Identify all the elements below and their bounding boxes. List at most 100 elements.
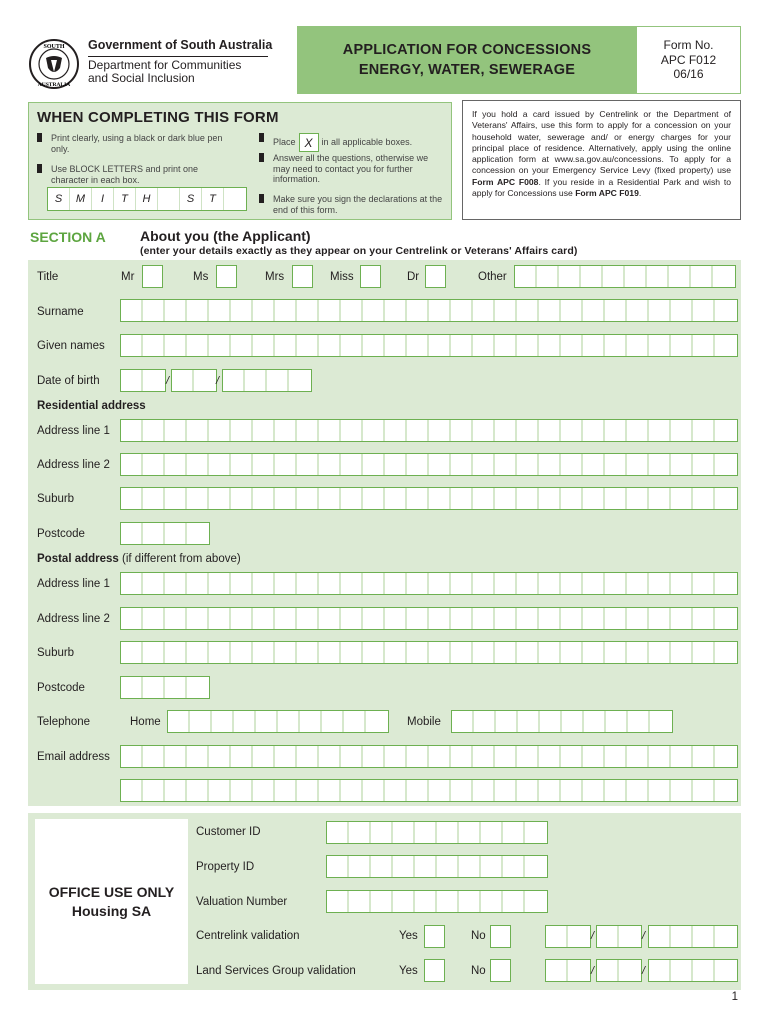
character-cell[interactable] — [415, 822, 437, 843]
character-cell[interactable] — [473, 420, 495, 441]
character-cell[interactable] — [245, 370, 267, 391]
character-cell[interactable] — [583, 454, 605, 475]
character-cell[interactable] — [517, 746, 539, 767]
character-cell[interactable] — [143, 780, 165, 801]
character-cell[interactable] — [627, 488, 649, 509]
character-cell[interactable] — [473, 454, 495, 475]
centrelink-no-checkbox[interactable] — [490, 925, 511, 948]
email-input-line-2[interactable] — [120, 779, 738, 802]
character-cell[interactable] — [143, 420, 165, 441]
character-cell[interactable] — [437, 856, 459, 877]
character-cell[interactable] — [319, 642, 341, 663]
character-cell[interactable] — [546, 926, 568, 947]
character-cell[interactable] — [647, 266, 669, 287]
character-cell[interactable] — [481, 856, 503, 877]
centrelink-yes-checkbox[interactable] — [424, 925, 445, 948]
character-cell[interactable] — [190, 711, 212, 732]
character-cell[interactable] — [559, 266, 581, 287]
character-cell[interactable] — [539, 454, 561, 475]
character-cell[interactable] — [627, 780, 649, 801]
character-cell[interactable] — [319, 488, 341, 509]
character-cell[interactable] — [437, 891, 459, 912]
character-cell[interactable] — [297, 420, 319, 441]
character-cell[interactable] — [671, 300, 693, 321]
character-cell[interactable] — [407, 780, 429, 801]
character-cell[interactable] — [649, 960, 671, 981]
character-cell[interactable] — [715, 642, 737, 663]
character-cell[interactable] — [561, 454, 583, 475]
character-cell[interactable] — [693, 642, 715, 663]
character-cell[interactable] — [561, 573, 583, 594]
character-cell[interactable] — [561, 300, 583, 321]
character-cell[interactable] — [693, 780, 715, 801]
character-cell[interactable] — [525, 891, 547, 912]
character-cell[interactable] — [715, 780, 737, 801]
character-cell[interactable] — [187, 300, 209, 321]
res-address-line-1-input[interactable] — [120, 419, 738, 442]
valuation-number-input[interactable] — [326, 890, 548, 913]
character-cell[interactable] — [275, 642, 297, 663]
character-cell[interactable] — [627, 335, 649, 356]
character-cell[interactable] — [275, 573, 297, 594]
character-cell[interactable] — [583, 335, 605, 356]
character-cell[interactable] — [121, 677, 143, 698]
character-cell[interactable] — [451, 573, 473, 594]
character-cell[interactable] — [297, 608, 319, 629]
character-cell[interactable] — [341, 488, 363, 509]
character-cell[interactable] — [495, 335, 517, 356]
character-cell[interactable] — [341, 780, 363, 801]
character-cell[interactable] — [451, 420, 473, 441]
character-cell[interactable] — [187, 642, 209, 663]
character-cell[interactable] — [495, 488, 517, 509]
character-cell[interactable] — [525, 856, 547, 877]
character-cell[interactable] — [143, 335, 165, 356]
character-cell[interactable] — [385, 335, 407, 356]
character-cell[interactable] — [363, 454, 385, 475]
character-cell[interactable] — [143, 454, 165, 475]
character-cell[interactable] — [297, 300, 319, 321]
character-cell[interactable] — [583, 420, 605, 441]
character-cell[interactable] — [275, 454, 297, 475]
character-cell[interactable] — [415, 891, 437, 912]
property-id-input[interactable] — [326, 855, 548, 878]
postal-postcode-input[interactable] — [120, 676, 210, 699]
character-cell[interactable] — [187, 608, 209, 629]
character-cell[interactable] — [583, 573, 605, 594]
character-cell[interactable] — [275, 780, 297, 801]
character-cell[interactable] — [671, 454, 693, 475]
character-cell[interactable] — [385, 488, 407, 509]
character-cell[interactable] — [583, 746, 605, 767]
character-cell[interactable] — [297, 488, 319, 509]
character-cell[interactable] — [539, 420, 561, 441]
character-cell[interactable] — [539, 780, 561, 801]
character-cell[interactable] — [496, 711, 518, 732]
character-cell[interactable] — [625, 266, 647, 287]
character-cell[interactable] — [473, 300, 495, 321]
character-cell[interactable] — [121, 454, 143, 475]
character-cell[interactable] — [715, 420, 737, 441]
character-cell[interactable] — [121, 488, 143, 509]
character-cell[interactable] — [715, 573, 737, 594]
character-cell[interactable] — [693, 420, 715, 441]
character-cell[interactable] — [603, 266, 625, 287]
character-cell[interactable] — [371, 822, 393, 843]
character-cell[interactable] — [231, 300, 253, 321]
land-services-yes-checkbox[interactable] — [424, 959, 445, 982]
character-cell[interactable] — [407, 746, 429, 767]
character-cell[interactable] — [429, 746, 451, 767]
character-cell[interactable] — [187, 335, 209, 356]
character-cell[interactable] — [407, 300, 429, 321]
character-cell[interactable] — [172, 370, 194, 391]
character-cell[interactable] — [231, 573, 253, 594]
character-cell[interactable] — [407, 573, 429, 594]
character-cell[interactable] — [671, 488, 693, 509]
character-cell[interactable] — [121, 642, 143, 663]
character-cell[interactable] — [143, 608, 165, 629]
character-cell[interactable] — [407, 608, 429, 629]
character-cell[interactable] — [546, 960, 568, 981]
character-cell[interactable] — [671, 642, 693, 663]
character-cell[interactable] — [165, 420, 187, 441]
character-cell[interactable] — [650, 711, 672, 732]
character-cell[interactable] — [693, 573, 715, 594]
character-cell[interactable] — [275, 608, 297, 629]
